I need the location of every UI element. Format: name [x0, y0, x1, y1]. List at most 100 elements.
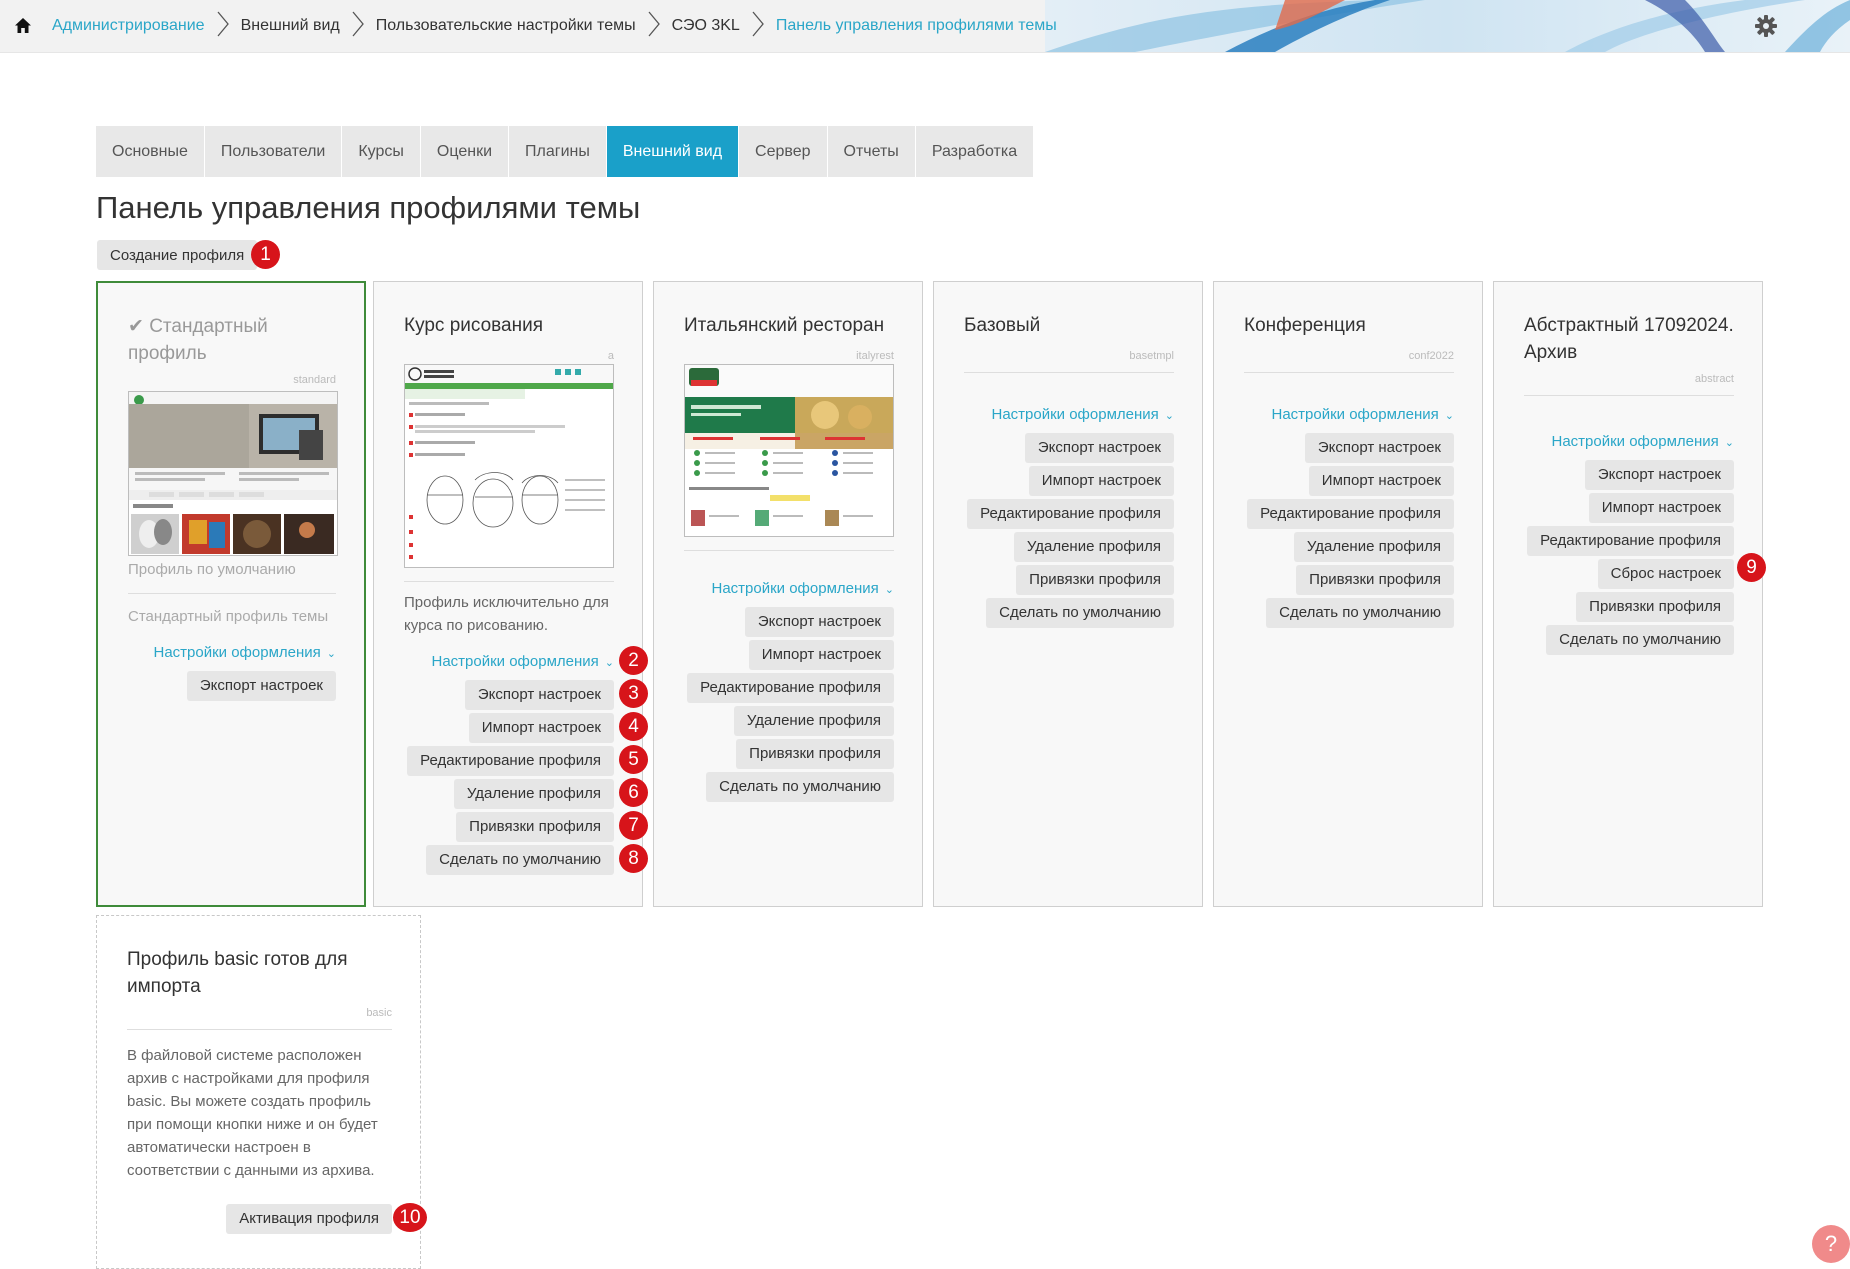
breadcrumb-label[interactable]: Администрирование — [52, 17, 205, 35]
make-default-button[interactable]: Сделать по умолчанию — [426, 845, 614, 875]
import-settings-button[interactable]: Импорт настроек — [748, 640, 894, 670]
breadcrumb-item-current[interactable]: Панель управления профилями темы — [776, 17, 1057, 35]
step-marker: 9 — [1737, 553, 1766, 582]
make-default-button[interactable]: Сделать по умолчанию — [986, 598, 1174, 628]
breadcrumb-item-theme[interactable]: СЭО 3KL — [672, 11, 776, 42]
breadcrumb-item-appearance[interactable]: Внешний вид — [241, 11, 376, 42]
reset-settings-button[interactable]: Сброс настроек — [1597, 559, 1734, 589]
top-navbar: Администрирование Внешний вид Пользовате… — [0, 0, 1850, 53]
settings-link-label[interactable]: Настройки оформления — [992, 406, 1159, 423]
tab-courses[interactable]: Курсы — [342, 126, 421, 177]
gear-icon[interactable] — [1752, 12, 1780, 40]
appearance-settings-dropdown[interactable]: Настройки оформления ⌄ — [1552, 433, 1735, 450]
settings-link-label[interactable]: Настройки оформления — [1552, 433, 1719, 450]
profile-card-italyrest: Итальянский ресторан italyrest Настройки… — [653, 281, 923, 907]
tab-general[interactable]: Основные — [96, 126, 205, 177]
tab-grades[interactable]: Оценки — [421, 126, 510, 177]
breadcrumb-label[interactable]: СЭО 3KL — [672, 17, 740, 35]
edit-profile-button[interactable]: Редактирование профиля — [1527, 526, 1734, 556]
chevron-down-icon[interactable]: ⌄ — [1165, 409, 1174, 422]
chevron-down-icon[interactable]: ⌄ — [327, 647, 336, 660]
appearance-settings-dropdown[interactable]: Настройки оформления ⌄ — [154, 644, 337, 661]
profile-description: Профиль исключительно для курса по рисов… — [404, 594, 609, 634]
profile-bindings-button[interactable]: Привязки профиля — [1576, 592, 1734, 622]
import-settings-button[interactable]: Импорт настроек — [1028, 466, 1174, 496]
chevron-down-icon[interactable]: ⌄ — [885, 583, 894, 596]
delete-profile-button[interactable]: Удаление профиля — [1013, 532, 1174, 562]
appearance-settings-dropdown[interactable]: Настройки оформления ⌄ — [712, 580, 895, 597]
profile-title: Профиль basic готов для импорта — [127, 949, 348, 997]
step-marker: 7 — [619, 811, 648, 840]
settings-link-label[interactable]: Настройки оформления — [712, 580, 879, 597]
appearance-settings-dropdown[interactable]: Настройки оформления ⌄ — [992, 406, 1175, 423]
divider — [964, 372, 1174, 373]
breadcrumb-label[interactable]: Панель управления профилями темы — [776, 17, 1057, 35]
settings-link-label[interactable]: Настройки оформления — [432, 653, 599, 670]
export-settings-button[interactable]: Экспорт настроек — [1584, 460, 1734, 490]
create-profile-button[interactable]: Создание профиля — [97, 240, 258, 270]
chevron-right-icon — [352, 11, 364, 42]
breadcrumb-label[interactable]: Внешний вид — [241, 17, 340, 35]
edit-profile-button[interactable]: Редактирование профиля — [1247, 499, 1454, 529]
settings-link-label[interactable]: Настройки оформления — [1272, 406, 1439, 423]
activate-profile-button[interactable]: Активация профиля — [226, 1204, 392, 1234]
profile-bindings-button[interactable]: Привязки профиля — [1016, 565, 1174, 595]
profile-code: italyrest — [856, 350, 894, 362]
chevron-down-icon[interactable]: ⌄ — [1445, 409, 1454, 422]
export-settings-button[interactable]: Экспорт настроек — [1304, 433, 1454, 463]
profile-code: standard — [293, 374, 336, 386]
header-banner — [1045, 0, 1850, 52]
tab-reports[interactable]: Отчеты — [828, 126, 916, 177]
appearance-settings-dropdown[interactable]: Настройки оформления ⌄ — [1272, 406, 1455, 423]
delete-profile-button[interactable]: Удаление профиля — [733, 706, 894, 736]
profile-title: Конференция — [1244, 315, 1366, 336]
profile-card-drawing: Курс рисования a Профиль исключительно д… — [373, 281, 643, 907]
divider — [1244, 372, 1454, 373]
help-button[interactable]: ? — [1812, 1225, 1850, 1263]
make-default-button[interactable]: Сделать по умолчанию — [706, 772, 894, 802]
tab-server[interactable]: Сервер — [739, 126, 828, 177]
step-marker: 3 — [619, 679, 648, 708]
edit-profile-button[interactable]: Редактирование профиля — [687, 673, 894, 703]
breadcrumb-label[interactable]: Пользовательские настройки темы — [376, 17, 636, 35]
make-default-button[interactable]: Сделать по умолчанию — [1266, 598, 1454, 628]
step-marker: 5 — [619, 745, 648, 774]
tab-appearance[interactable]: Внешний вид — [606, 126, 740, 177]
breadcrumb-item-admin[interactable]: Администрирование — [52, 11, 241, 42]
tab-development[interactable]: Разработка — [916, 126, 1035, 177]
profile-code: a — [607, 350, 614, 362]
profile-code: basic — [366, 1007, 392, 1019]
profile-card-abstract: Абстрактный 17092024. Архив abstract Нас… — [1493, 281, 1763, 907]
profile-bindings-button[interactable]: Привязки профиля — [1296, 565, 1454, 595]
appearance-settings-dropdown[interactable]: Настройки оформления ⌄ — [432, 653, 615, 670]
profile-bindings-button[interactable]: Привязки профиля — [736, 739, 894, 769]
settings-link-label[interactable]: Настройки оформления — [154, 644, 321, 661]
admin-tabs: Основные Пользователи Курсы Оценки Плаги… — [96, 126, 1035, 177]
edit-profile-button[interactable]: Редактирование профиля — [407, 746, 614, 776]
tab-users[interactable]: Пользователи — [205, 126, 343, 177]
profile-thumbnail — [404, 364, 614, 568]
home-icon[interactable] — [0, 0, 46, 52]
export-settings-button[interactable]: Экспорт настроек — [1024, 433, 1174, 463]
chevron-right-icon — [752, 11, 764, 42]
step-marker: 8 — [619, 844, 648, 873]
import-settings-button[interactable]: Импорт настроек — [468, 713, 614, 743]
profile-title: Итальянский ресторан — [684, 315, 885, 336]
make-default-button[interactable]: Сделать по умолчанию — [1546, 625, 1734, 655]
tab-plugins[interactable]: Плагины — [509, 126, 607, 177]
export-settings-button[interactable]: Экспорт настроек — [186, 671, 336, 701]
chevron-down-icon[interactable]: ⌄ — [605, 656, 614, 669]
export-settings-button[interactable]: Экспорт настроек — [464, 680, 614, 710]
export-settings-button[interactable]: Экспорт настроек — [744, 607, 894, 637]
import-settings-button[interactable]: Импорт настроек — [1588, 493, 1734, 523]
profile-bindings-button[interactable]: Привязки профиля — [456, 812, 614, 842]
profile-title: Базовый — [964, 315, 1041, 336]
page-title: Панель управления профилями темы — [96, 190, 641, 225]
delete-profile-button[interactable]: Удаление профиля — [1293, 532, 1454, 562]
chevron-down-icon[interactable]: ⌄ — [1725, 436, 1734, 449]
chevron-right-icon — [217, 11, 229, 42]
edit-profile-button[interactable]: Редактирование профиля — [967, 499, 1174, 529]
delete-profile-button[interactable]: Удаление профиля — [453, 779, 614, 809]
breadcrumb-item-theme-settings[interactable]: Пользовательские настройки темы — [376, 11, 672, 42]
import-settings-button[interactable]: Импорт настроек — [1308, 466, 1454, 496]
